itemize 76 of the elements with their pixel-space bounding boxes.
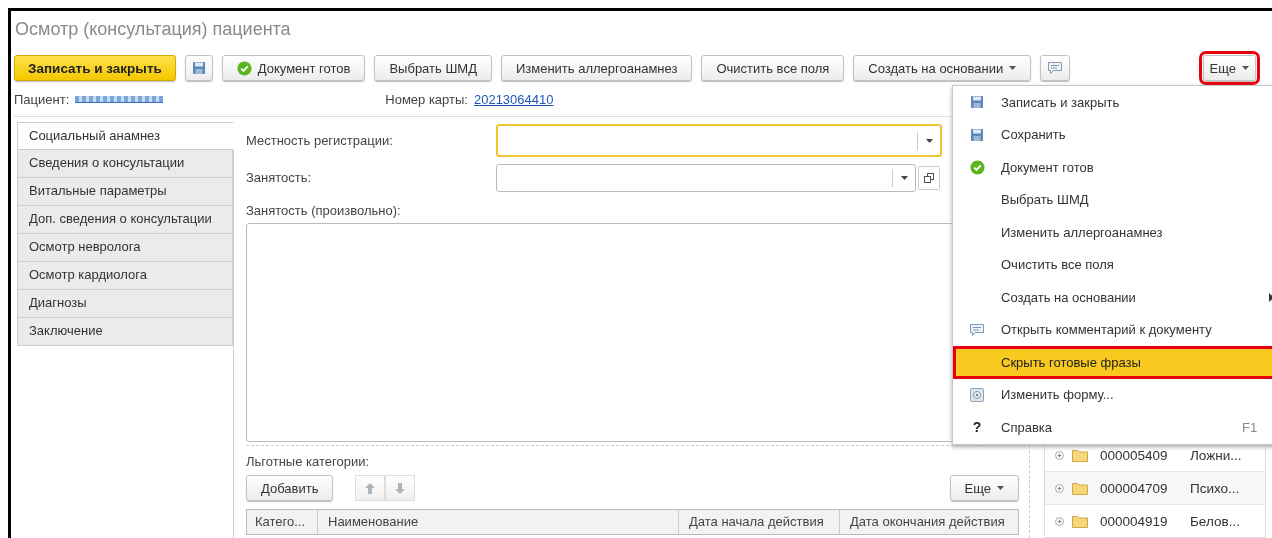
side-tab[interactable]: Витальные параметры xyxy=(17,178,233,206)
help-glyph: ? xyxy=(972,419,982,436)
free-text-label: Занятость (произвольно): xyxy=(246,203,402,218)
speech-bubble-icon xyxy=(1047,61,1064,75)
menu-item[interactable]: Создать на основании xyxy=(953,281,1272,314)
tree-name: Психо... xyxy=(1190,480,1240,496)
caret-icon xyxy=(1242,66,1249,70)
menu-item[interactable]: Записать и закрыть xyxy=(953,86,1272,119)
create-based-on-button[interactable]: Создать на основании xyxy=(853,55,1032,81)
side-tab[interactable]: Осмотр невролога xyxy=(17,234,233,262)
save-and-close-button[interactable]: Записать и закрыть xyxy=(14,55,176,81)
move-down-button[interactable] xyxy=(385,475,416,501)
check-icon xyxy=(236,60,252,76)
caret-icon xyxy=(900,175,908,180)
caret-icon xyxy=(925,138,933,143)
down-arrow-icon xyxy=(395,482,406,494)
tree-code: 000004919 xyxy=(1100,513,1169,529)
tree-name: Белов... xyxy=(1190,513,1240,529)
move-up-button[interactable] xyxy=(355,475,386,501)
benefits-label: Льготные категории: xyxy=(246,454,371,469)
caret-icon xyxy=(997,486,1004,490)
side-tab[interactable]: Сведения о консультации xyxy=(17,150,233,178)
side-tab[interactable]: Заключение xyxy=(17,318,233,346)
menu-item[interactable]: ? Справка F1 xyxy=(953,411,1272,444)
column-header[interactable]: Дата окончания действия xyxy=(840,510,1018,534)
add-button[interactable]: Добавить xyxy=(246,475,334,501)
folder-icon xyxy=(1072,448,1088,462)
caret-icon xyxy=(1009,66,1017,70)
side-tab[interactable]: Доп. сведения о консультации xyxy=(17,206,233,234)
tree-code: 000004709 xyxy=(1100,480,1169,496)
expand-icon[interactable] xyxy=(1055,483,1064,493)
save-icon xyxy=(970,95,984,110)
menu-item[interactable]: Открыть комментарий к документу xyxy=(953,313,1272,346)
window-title: Осмотр (консультация) пациента xyxy=(14,18,292,41)
field-label: Местность регистрации: xyxy=(246,133,394,148)
column-header[interactable]: Катего... xyxy=(247,510,318,534)
folder-icon xyxy=(1072,481,1088,495)
toolbar-button[interactable]: Выбрать ШМД xyxy=(374,55,492,81)
menu-item[interactable]: Очистить все поля xyxy=(953,248,1272,281)
comment-icon xyxy=(969,322,985,337)
card-number-link[interactable]: 20213064410 xyxy=(473,91,554,107)
up-arrow-icon xyxy=(365,482,376,494)
shortcut-text: F1 xyxy=(1242,419,1258,435)
column-header[interactable]: Дата начала действия xyxy=(679,510,840,534)
check-icon xyxy=(969,159,985,175)
side-tab[interactable]: Диагнозы xyxy=(17,290,233,318)
expand-icon[interactable] xyxy=(1055,450,1064,460)
open-button[interactable] xyxy=(918,165,940,190)
toolbar-button[interactable]: Очистить все поля xyxy=(701,55,845,81)
column-header[interactable]: Наименование xyxy=(318,510,679,534)
menu-item[interactable]: Изменить аллергоанамнез xyxy=(953,216,1272,249)
menu-item[interactable]: Сохранить xyxy=(953,118,1272,151)
side-tab[interactable]: Социальный анамнез xyxy=(17,122,234,150)
document-ready-button[interactable]: Документ готов xyxy=(221,55,366,81)
menu-item[interactable]: Изменить форму... xyxy=(953,378,1272,411)
select-field[interactable] xyxy=(496,124,942,157)
windows-icon xyxy=(924,172,934,183)
patient-label: Пациент: xyxy=(14,91,70,107)
menu-item[interactable]: Выбрать ШМД xyxy=(953,183,1272,216)
toolbar-button[interactable]: Изменить аллергоанамнез xyxy=(500,55,693,81)
expand-icon[interactable] xyxy=(1055,516,1064,526)
save-button[interactable] xyxy=(184,55,213,81)
side-tab[interactable]: Осмотр кардиолога xyxy=(17,262,233,290)
card-number-label: Номер карты: xyxy=(385,91,468,107)
folder-icon xyxy=(1072,514,1088,528)
field-label: Занятость: xyxy=(246,170,313,185)
comment-button[interactable] xyxy=(1040,55,1071,81)
blurred-patient-name[interactable] xyxy=(75,95,164,103)
more-button[interactable]: Еще xyxy=(949,475,1019,501)
tree-name: Ложни... xyxy=(1190,447,1242,463)
select-field[interactable] xyxy=(496,163,916,192)
form-settings-icon xyxy=(970,387,984,402)
menu-item[interactable]: Скрыть готовые фразы xyxy=(953,346,1272,379)
tree-code: 000005409 xyxy=(1100,447,1169,463)
menu-item[interactable]: Документ готов xyxy=(953,151,1272,184)
save-icon xyxy=(970,127,984,142)
